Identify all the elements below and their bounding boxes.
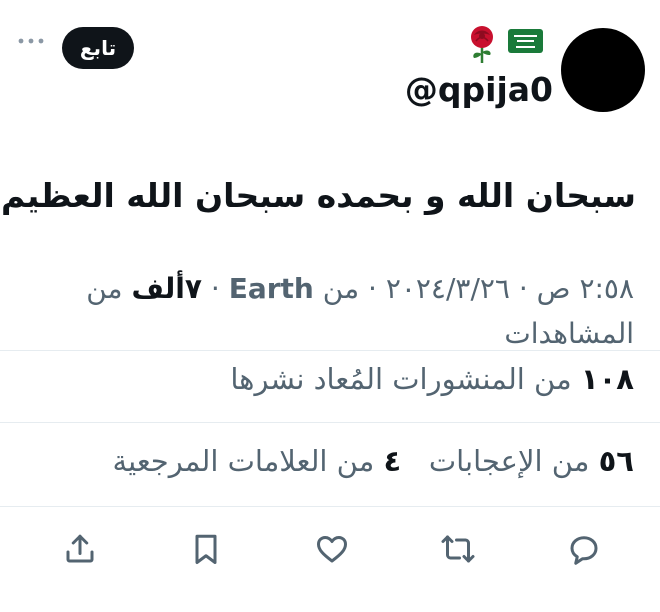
tweet-text: سبحان الله و بحمده سبحان الله العظيم (0, 176, 636, 215)
avatar[interactable] (561, 28, 645, 112)
more-options-icon[interactable] (16, 31, 46, 51)
meta-separator: · (210, 272, 220, 305)
bookmarks-label: من العلامات المرجعية (112, 444, 375, 478)
likes-count: ٥٦ (598, 444, 634, 478)
source-link[interactable]: Earth (229, 272, 314, 305)
tweet-date: ٢٠٢٤/٣/٢٦ (385, 272, 510, 305)
reply-icon[interactable] (566, 531, 602, 567)
meta-separator: · (368, 272, 377, 305)
share-icon[interactable] (62, 531, 98, 567)
views-count: ٧ألف (131, 272, 202, 305)
engagement-stats: ٥٦ من الإعجابات ٤ من العلامات المرجعية (113, 444, 634, 478)
rose-icon (464, 24, 500, 64)
reposts-label: من المنشورات المُعاد نشرها (230, 362, 572, 396)
like-icon[interactable] (314, 531, 350, 567)
saudi-flag-icon (508, 29, 543, 53)
meta-separator: · (518, 272, 528, 305)
likes-stat[interactable]: ٥٦ من الإعجابات (420, 444, 634, 478)
reposts-stat[interactable]: ١٠٨ من المنشورات المُعاد نشرها (230, 362, 634, 396)
bookmarks-count: ٤ (383, 444, 402, 478)
tweet-time: ٢:٥٨ ص (536, 272, 634, 305)
tweet-meta: ٢:٥٨ ص · ٢٠٢٤/٣/٢٦ · من Earth · ٧ألف من … (34, 266, 634, 356)
follow-button[interactable]: تابع (62, 27, 134, 69)
repost-icon[interactable] (440, 531, 476, 567)
reposts-count: ١٠٨ (580, 362, 634, 396)
username-handle[interactable]: @qpija0 (405, 70, 553, 109)
bookmark-icon[interactable] (188, 531, 224, 567)
divider (0, 506, 660, 507)
likes-label: من الإعجابات (428, 444, 590, 478)
source-prefix: من (322, 272, 360, 305)
divider (0, 422, 660, 423)
bookmarks-stat[interactable]: ٤ من العلامات المرجعية (113, 444, 402, 478)
divider (0, 350, 660, 351)
